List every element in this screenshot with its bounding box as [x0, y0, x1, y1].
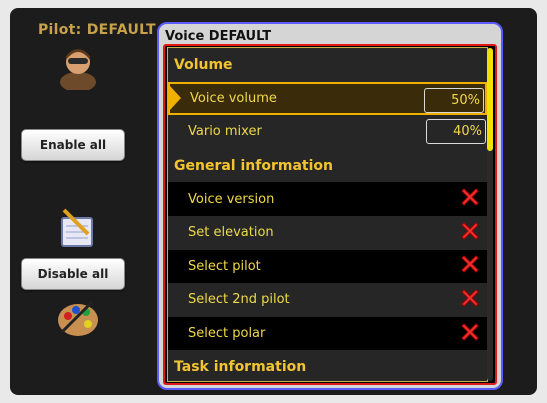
- list-item-label: Select polar: [188, 326, 266, 342]
- list-item-set-elevation[interactable]: Set elevation: [168, 215, 487, 250]
- disabled-x-icon[interactable]: [459, 186, 481, 212]
- disabled-x-icon[interactable]: [459, 321, 481, 347]
- notepad-icon: [58, 208, 98, 252]
- selection-arrow-icon: [170, 86, 181, 111]
- palette-icon: [56, 298, 100, 342]
- list-item-select-pilot[interactable]: Select pilot: [168, 249, 487, 284]
- list-scrollbar[interactable]: [487, 48, 493, 381]
- list-item-label: Select pilot: [188, 258, 261, 274]
- section-header-task-information: Task information: [168, 350, 487, 381]
- voice-dialog: Voice DEFAULT Volume Voice volume 50% Va…: [157, 22, 503, 390]
- disabled-x-icon[interactable]: [459, 287, 481, 313]
- enable-all-button[interactable]: Enable all: [21, 129, 125, 161]
- list-item-voice-version[interactable]: Voice version: [168, 182, 487, 216]
- list-item-voice-volume[interactable]: Voice volume 50%: [168, 81, 487, 116]
- voice-volume-value[interactable]: 50%: [424, 87, 484, 113]
- section-header-volume: Volume: [168, 48, 487, 82]
- list-item-label: Set elevation: [188, 225, 274, 241]
- disabled-x-icon[interactable]: [459, 253, 481, 279]
- settings-list: Volume Voice volume 50% Vario mixer 40% …: [167, 47, 488, 382]
- disable-all-button[interactable]: Disable all: [21, 258, 125, 290]
- dialog-title: Voice DEFAULT: [165, 29, 272, 44]
- list-item-vario-mixer[interactable]: Vario mixer 40%: [168, 115, 487, 149]
- vario-mixer-value[interactable]: 40%: [426, 119, 486, 145]
- dialog-content: Volume Voice volume 50% Vario mixer 40% …: [163, 44, 497, 385]
- list-item-select-polar[interactable]: Select polar: [168, 316, 487, 351]
- list-item-label: Voice volume: [190, 90, 277, 106]
- list-item-label: Voice version: [188, 191, 275, 207]
- list-item-label: Select 2nd pilot: [188, 292, 290, 308]
- pilot-title: Pilot: DEFAULT: [38, 22, 156, 38]
- list-item-label: Vario mixer: [188, 124, 262, 140]
- disabled-x-icon[interactable]: [459, 220, 481, 246]
- list-item-select-2nd-pilot[interactable]: Select 2nd pilot: [168, 283, 487, 317]
- scrollbar-thumb[interactable]: [487, 48, 493, 151]
- section-header-general-information: General information: [168, 148, 487, 183]
- pilot-avatar-icon: [58, 44, 98, 94]
